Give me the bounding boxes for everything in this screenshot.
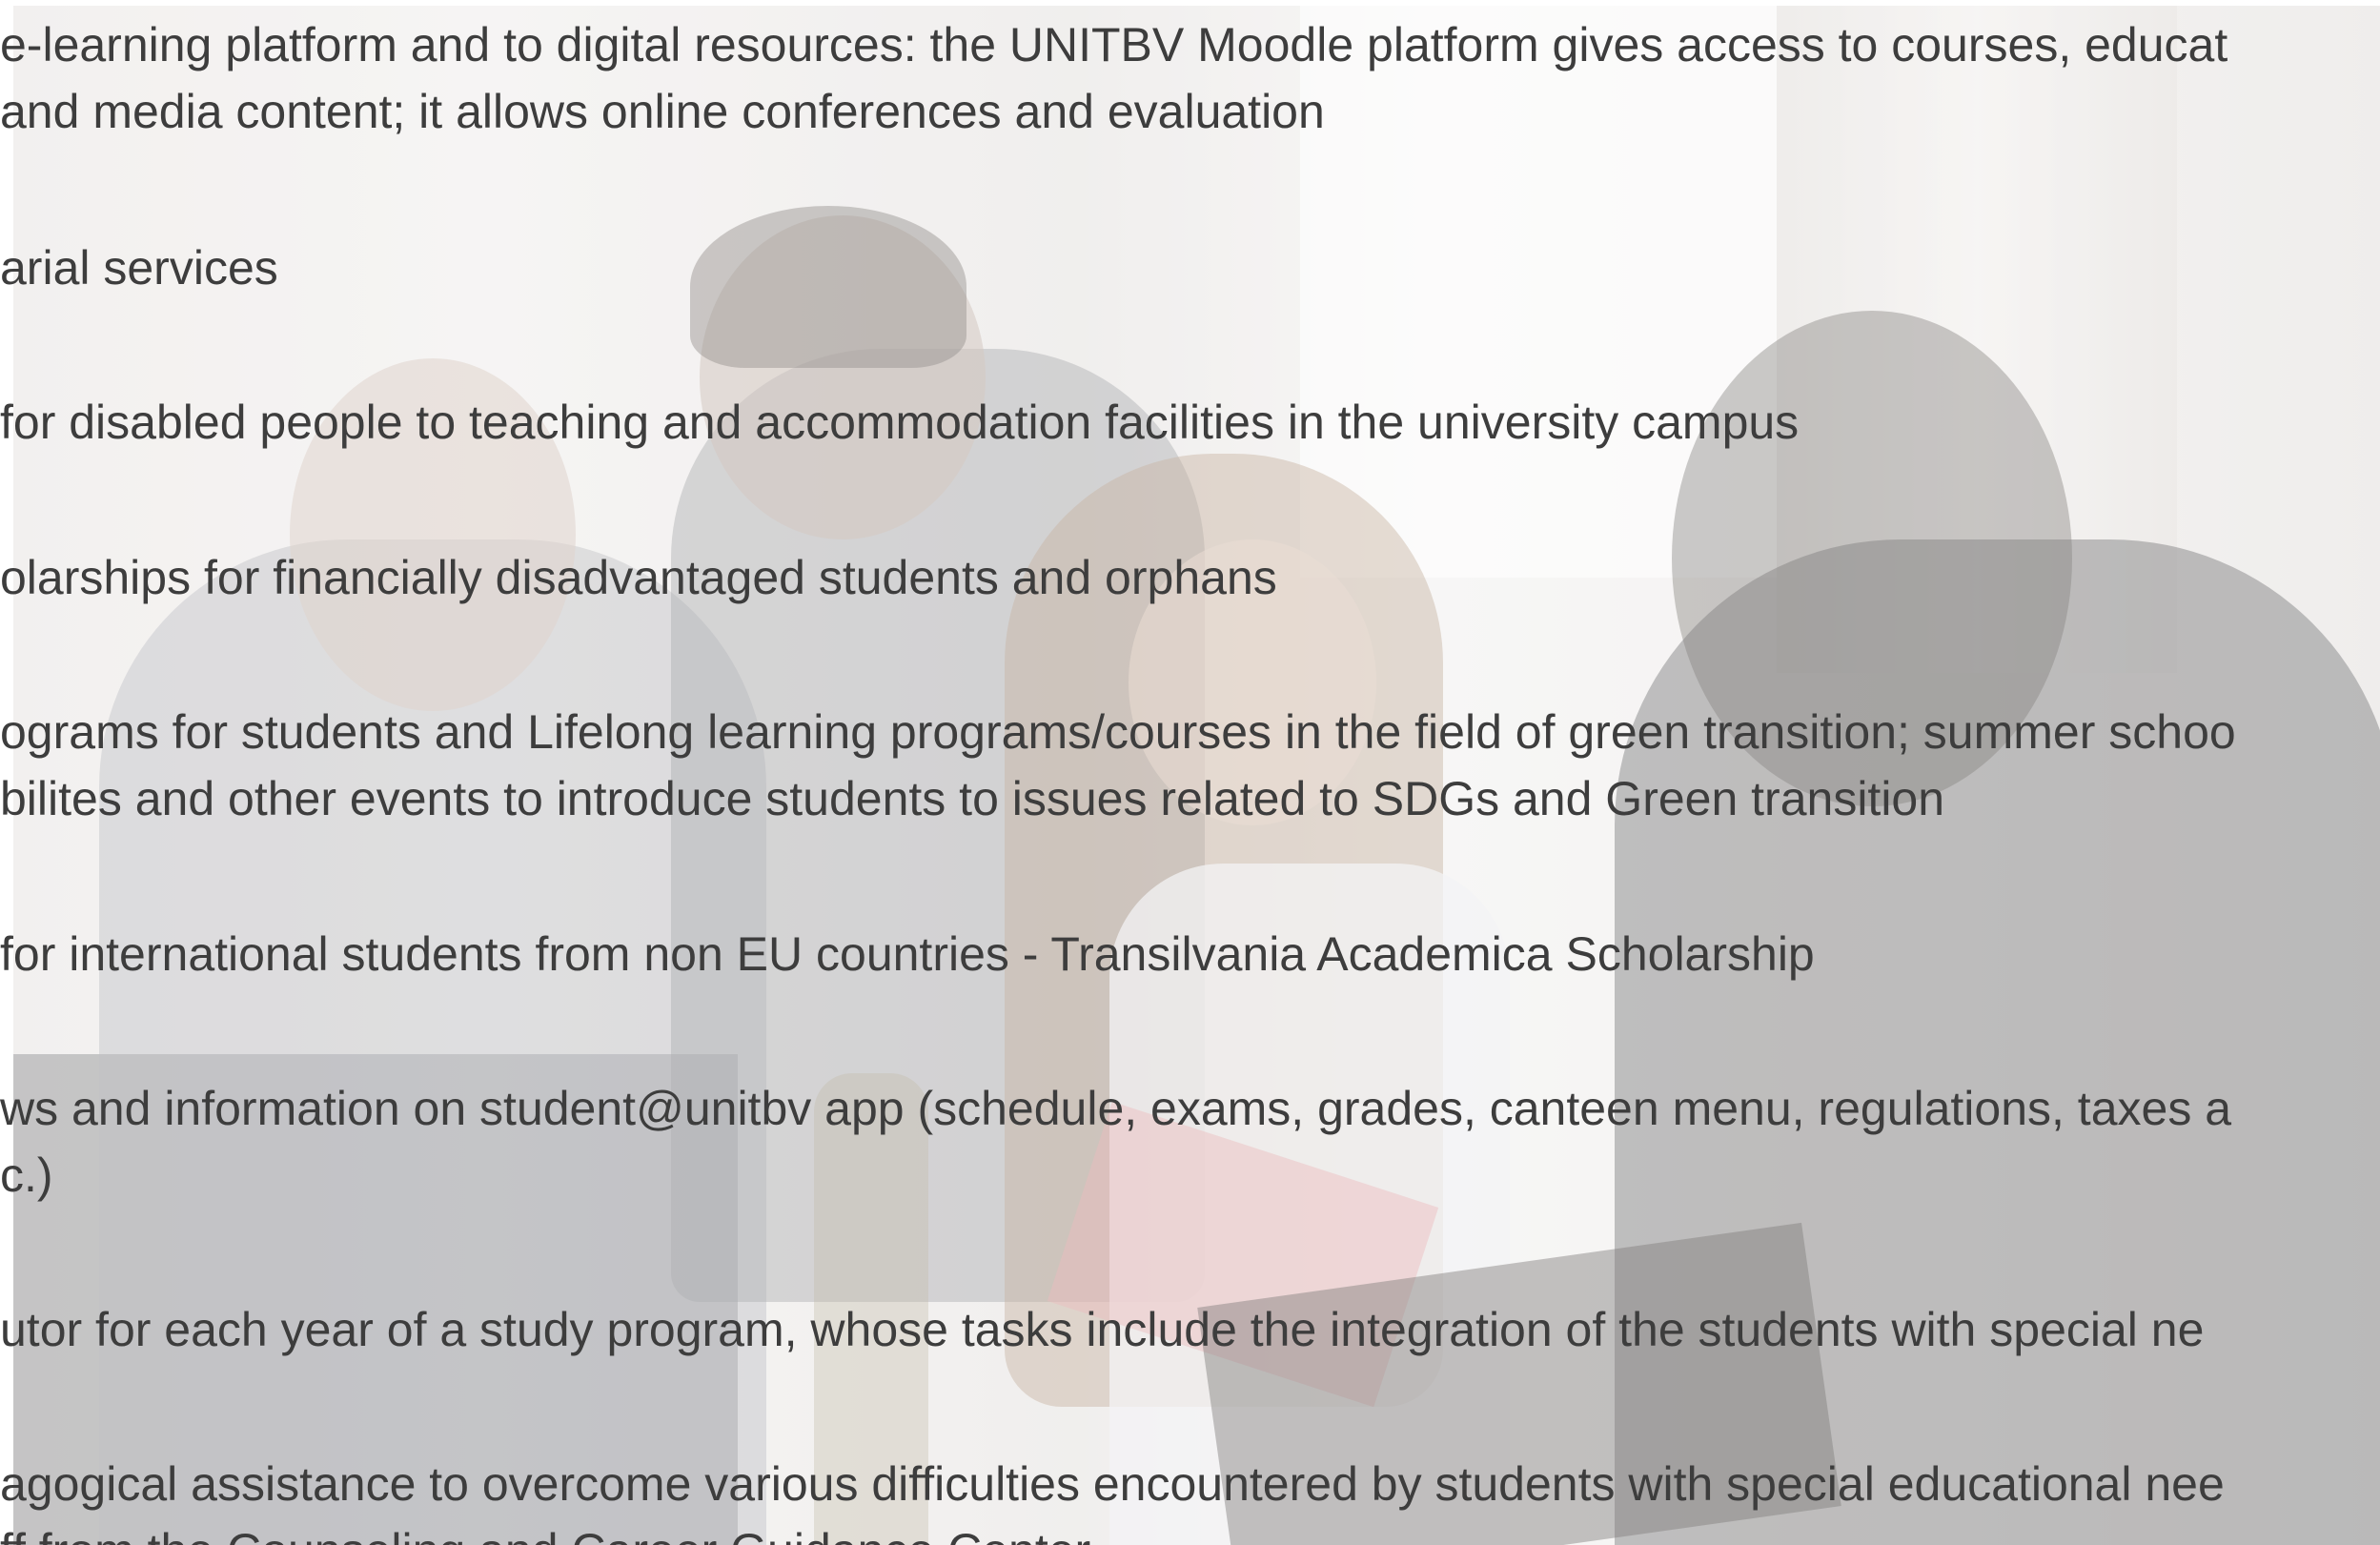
service-item-elearning: e-learning platform and to digital resou… [0,11,2227,145]
service-line: olarships for financially disadvantaged … [0,551,1277,604]
service-line: for international students from non EU c… [0,927,1815,981]
service-line: ograms for students and Lifelong learnin… [0,705,2236,759]
service-item-pedagogical-assistance: agogical assistance to overcome various … [0,1451,2225,1545]
service-item-tutor: utor for each year of a study program, w… [0,1296,2204,1363]
service-line: ff from the Counseling and Career Guidan… [0,1517,2225,1545]
service-line: ws and information on student@unitbv app… [0,1082,2232,1135]
services-list: e-learning platform and to digital resou… [0,0,2380,1545]
service-line: for disabled people to teaching and acco… [0,396,1800,449]
service-line: c.) [0,1149,53,1202]
service-line: bilites and other events to introduce st… [0,772,1945,825]
service-item-accessibility: for disabled people to teaching and acco… [0,389,1799,456]
service-line: and media content; it allows online conf… [0,85,1325,138]
service-item-notarial: arial services [0,234,278,301]
service-item-scholarships: olarships for financially disadvantaged … [0,544,1277,611]
service-line: utor for each year of a study program, w… [0,1303,2205,1356]
service-item-international: for international students from non EU c… [0,921,1815,987]
service-line: agogical assistance to overcome various … [0,1457,2225,1511]
service-item-green-programs: ograms for students and Lifelong learnin… [0,699,2236,832]
service-item-student-app: ws and information on student@unitbv app… [0,1075,2231,1209]
service-line: arial services [0,241,278,295]
service-line: e-learning platform and to digital resou… [0,18,2228,71]
